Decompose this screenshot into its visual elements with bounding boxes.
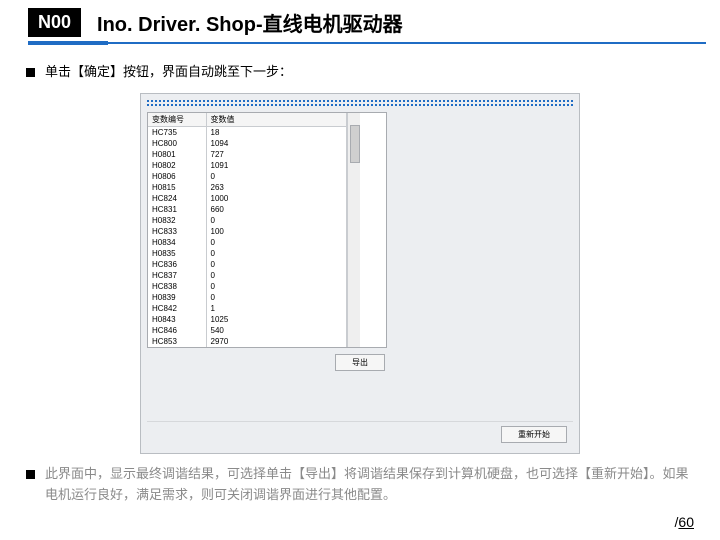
table-row[interactable]: H08390 xyxy=(148,292,346,303)
table-row[interactable]: HC8380 xyxy=(148,281,346,292)
results-table: 变数编号 变数值 HC73518HC8001094H0801727H080210… xyxy=(148,113,347,347)
table-row[interactable]: H0815263 xyxy=(148,182,346,193)
table-cell: H0839 xyxy=(148,292,206,303)
table-cell: 0 xyxy=(206,259,346,270)
export-button[interactable]: 导出 xyxy=(335,354,385,371)
table-cell: H0815 xyxy=(148,182,206,193)
table-cell: HC800 xyxy=(148,138,206,149)
table-row[interactable]: H08431025 xyxy=(148,314,346,325)
table-cell: 727 xyxy=(206,149,346,160)
table-row[interactable]: HC73518 xyxy=(148,126,346,138)
table-cell: 1094 xyxy=(206,138,346,149)
table-row[interactable]: HC8001094 xyxy=(148,138,346,149)
table-cell: HC824 xyxy=(148,193,206,204)
table-cell: 1 xyxy=(206,303,346,314)
table-cell: 0 xyxy=(206,215,346,226)
progress-strip xyxy=(147,100,573,106)
table-cell: 0 xyxy=(206,270,346,281)
scrollbar[interactable] xyxy=(347,113,360,347)
table-cell: H0843 xyxy=(148,314,206,325)
table-row[interactable]: HC8532970 xyxy=(148,336,346,347)
table-row[interactable]: HC8421 xyxy=(148,303,346,314)
bullet-bottom: 此界面中，显示最终调谐结果，可选择单击【导出】将调谐结果保存到计算机硬盘，也可选… xyxy=(26,464,694,506)
table-cell: 263 xyxy=(206,182,346,193)
table-cell: 0 xyxy=(206,281,346,292)
slide-number-badge: N00 xyxy=(28,8,81,37)
bullet-top: 单击【确定】按钮，界面自动跳至下一步： xyxy=(26,62,694,83)
table-cell: HC846 xyxy=(148,325,206,336)
table-row[interactable]: H0801727 xyxy=(148,149,346,160)
bullet-square-icon xyxy=(26,470,35,479)
table-row[interactable]: H08320 xyxy=(148,215,346,226)
table-cell: 100 xyxy=(206,226,346,237)
title-rule xyxy=(28,42,706,44)
table-row[interactable]: H08350 xyxy=(148,248,346,259)
results-table-wrap: 变数编号 变数值 HC73518HC8001094H0801727H080210… xyxy=(147,112,387,348)
table-cell: 0 xyxy=(206,237,346,248)
table-cell: 660 xyxy=(206,204,346,215)
bullet-bottom-text: 此界面中，显示最终调谐结果，可选择单击【导出】将调谐结果保存到计算机硬盘，也可选… xyxy=(45,464,694,506)
table-cell: HC836 xyxy=(148,259,206,270)
bullet-top-text: 单击【确定】按钮，界面自动跳至下一步： xyxy=(45,62,292,83)
table-cell: 2970 xyxy=(206,336,346,347)
table-cell: HC735 xyxy=(148,126,206,138)
table-cell: HC842 xyxy=(148,303,206,314)
table-row[interactable]: H08060 xyxy=(148,171,346,182)
table-row[interactable]: HC846540 xyxy=(148,325,346,336)
table-cell: 18 xyxy=(206,126,346,138)
table-cell: HC838 xyxy=(148,281,206,292)
table-cell: H0806 xyxy=(148,171,206,182)
table-row[interactable]: HC831660 xyxy=(148,204,346,215)
table-cell: 1025 xyxy=(206,314,346,325)
table-cell: 0 xyxy=(206,248,346,259)
table-row[interactable]: HC8370 xyxy=(148,270,346,281)
restart-button[interactable]: 重新开始 xyxy=(501,426,567,443)
page-number: /60 xyxy=(675,514,694,530)
table-cell: HC833 xyxy=(148,226,206,237)
bullet-square-icon xyxy=(26,68,35,77)
table-cell: 540 xyxy=(206,325,346,336)
table-cell: H0802 xyxy=(148,160,206,171)
table-cell: HC831 xyxy=(148,204,206,215)
table-cell: 0 xyxy=(206,171,346,182)
table-cell: HC837 xyxy=(148,270,206,281)
table-row[interactable]: HC8360 xyxy=(148,259,346,270)
table-row[interactable]: HC8241000 xyxy=(148,193,346,204)
col-header-value[interactable]: 变数值 xyxy=(206,113,346,127)
col-header-param[interactable]: 变数编号 xyxy=(148,113,206,127)
table-row[interactable]: HC833100 xyxy=(148,226,346,237)
table-cell: 1091 xyxy=(206,160,346,171)
table-cell: 0 xyxy=(206,292,346,303)
table-cell: 1000 xyxy=(206,193,346,204)
table-row[interactable]: H08021091 xyxy=(148,160,346,171)
table-cell: HC853 xyxy=(148,336,206,347)
table-cell: H0835 xyxy=(148,248,206,259)
app-window: 变数编号 变数值 HC73518HC8001094H0801727H080210… xyxy=(140,93,580,454)
table-row[interactable]: H08340 xyxy=(148,237,346,248)
table-cell: H0832 xyxy=(148,215,206,226)
table-cell: H0834 xyxy=(148,237,206,248)
page-title: Ino. Driver. Shop-直线电机驱动器 xyxy=(97,8,403,37)
table-cell: H0801 xyxy=(148,149,206,160)
